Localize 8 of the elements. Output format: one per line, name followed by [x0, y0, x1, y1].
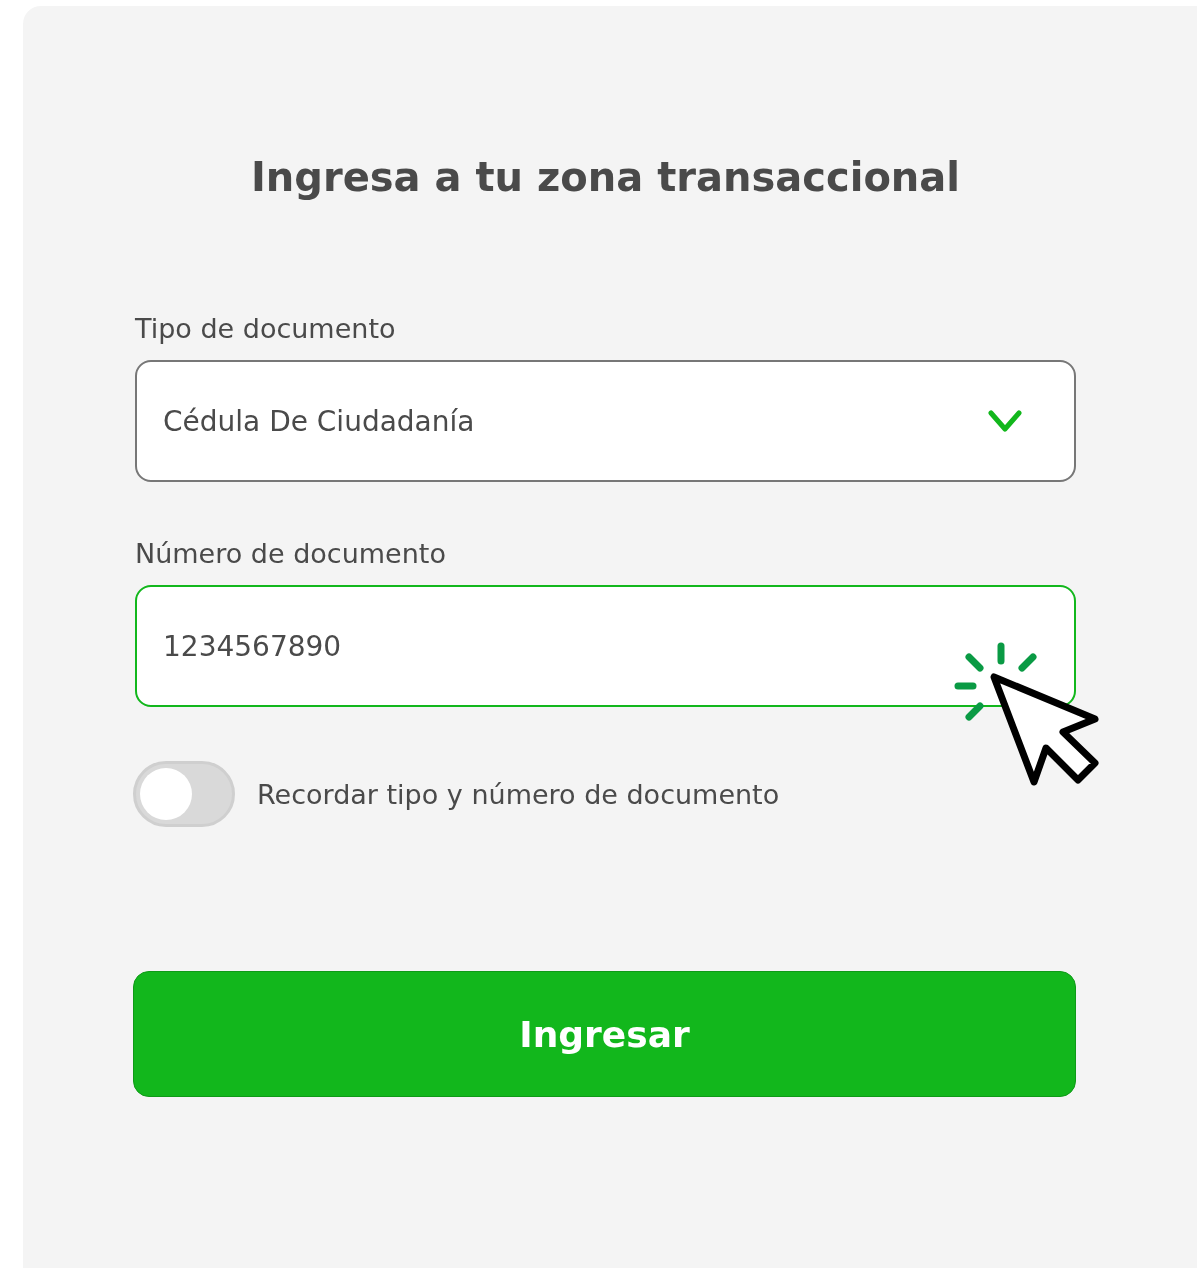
toggle-label: Recordar tipo y número de documento [257, 778, 780, 810]
chevron-down-icon [988, 409, 1022, 433]
document-number-field[interactable]: 1234567890 [135, 585, 1076, 707]
page-title: Ingresa a tu zona transaccional [249, 154, 962, 200]
field-label: Tipo de documento [135, 312, 397, 346]
document-type-dropdown[interactable]: Cédula De Ciudadanía [135, 360, 1076, 482]
field-label: Número de documento [135, 537, 447, 571]
click-cursor-icon [954, 641, 1100, 787]
